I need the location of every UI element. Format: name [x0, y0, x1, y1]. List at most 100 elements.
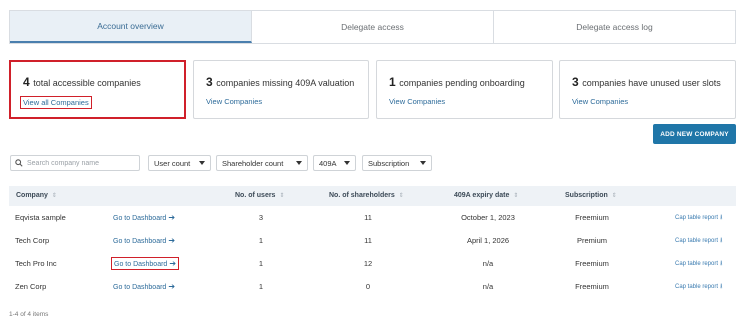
card-stat: 1 companies pending onboarding — [389, 75, 525, 89]
column-header-409a-expiry[interactable]: 409A expiry date ⇕ — [454, 192, 518, 199]
card-missing-409a: 3 companies missing 409A valuation View … — [193, 60, 369, 119]
sort-icon: ⇕ — [611, 193, 617, 199]
card-text: total accessible companies — [33, 78, 141, 88]
card-pending-onboarding: 1 companies pending onboarding View Comp… — [376, 60, 553, 119]
arrow-right-icon: ➔ — [168, 236, 176, 245]
subscription-value: Freemium — [575, 259, 609, 268]
expiry-date: April 1, 2026 — [466, 236, 510, 245]
report-label: Cap table report — [675, 215, 719, 221]
header-label: No. of users — [235, 192, 276, 199]
shareholder-count-dropdown[interactable]: Shareholder count — [216, 155, 308, 171]
go-to-dashboard-link[interactable]: Go to Dashboard ➔ — [111, 257, 180, 270]
subscription-value: Freemium — [575, 213, 609, 222]
view-companies-link[interactable]: View Companies — [572, 97, 628, 106]
tab-delegate-access[interactable]: Delegate access — [252, 11, 494, 43]
view-all-companies-link[interactable]: View all Companies — [20, 96, 92, 109]
card-text: companies have unused user slots — [582, 78, 721, 88]
company-name: Eqvista sample — [15, 213, 66, 222]
header-label: Company — [16, 192, 48, 199]
report-label: Cap table report — [675, 261, 719, 267]
card-stat: 3 companies missing 409A valuation — [206, 75, 354, 89]
card-text: companies pending onboarding — [399, 78, 525, 88]
column-header-company[interactable]: Company ⇕ — [16, 192, 57, 199]
link-label: Go to Dashboard — [114, 261, 168, 268]
link-label: Go to Dashboard — [113, 284, 167, 291]
table-row: Zen Corp Go to Dashboard ➔ 1 0 n/a Freemi… — [9, 275, 736, 297]
sort-icon: ⇕ — [51, 193, 57, 199]
go-to-dashboard-link[interactable]: Go to Dashboard ➔ — [113, 213, 175, 222]
chevron-down-icon — [296, 161, 302, 165]
tab-account-overview[interactable]: Account overview — [10, 11, 252, 43]
link-label: Go to Dashboard — [113, 238, 167, 245]
409a-dropdown[interactable]: 409A — [313, 155, 356, 171]
column-header-shareholders[interactable]: No. of shareholders ⇕ — [329, 192, 404, 199]
column-header-subscription[interactable]: Subscription ⇕ — [565, 192, 617, 199]
shareholders-count: 11 — [364, 213, 372, 222]
company-name: Zen Corp — [15, 282, 47, 291]
card-stat: 4 total accessible companies — [23, 75, 141, 89]
table-row: Eqvista sample Go to Dashboard ➔ 3 11 Oct… — [9, 206, 736, 228]
card-count: 4 — [23, 75, 30, 89]
report-label: Cap table report — [675, 238, 719, 244]
card-count: 3 — [572, 75, 579, 89]
users-count: 1 — [258, 282, 264, 291]
download-icon: ⭳ — [720, 260, 723, 267]
expiry-date: n/a — [482, 282, 494, 291]
table-row: Tech Pro Inc Go to Dashboard ➔ 1 12 n/a F… — [9, 252, 736, 274]
chevron-down-icon — [420, 161, 426, 165]
cap-table-report-link[interactable]: Cap table report ⭳ — [675, 213, 722, 224]
header-label: No. of shareholders — [329, 192, 395, 199]
company-name: Tech Corp — [15, 236, 50, 245]
card-stat: 3 companies have unused user slots — [572, 75, 721, 89]
card-total-companies: 4 total accessible companies View all Co… — [9, 60, 186, 119]
pagination-summary: 1-4 of 4 items — [9, 311, 49, 318]
dropdown-label: Shareholder count — [222, 158, 284, 168]
link-label: Go to Dashboard — [113, 215, 167, 222]
company-name: Tech Pro Inc — [15, 259, 57, 268]
shareholders-count: 12 — [363, 259, 373, 268]
subscription-value: Premium — [576, 236, 608, 245]
chevron-down-icon — [344, 161, 350, 165]
sort-icon: ⇕ — [279, 193, 285, 199]
cap-table-report-link[interactable]: Cap table report ⭳ — [675, 259, 722, 270]
expiry-date: October 1, 2023 — [461, 213, 515, 222]
dropdown-label: User count — [154, 158, 191, 168]
cap-table-report-link[interactable]: Cap table report ⭳ — [675, 282, 722, 293]
header-label: 409A expiry date — [454, 192, 510, 199]
subscription-value: Freemium — [575, 282, 609, 291]
card-text: companies missing 409A valuation — [216, 78, 355, 88]
go-to-dashboard-link[interactable]: Go to Dashboard ➔ — [113, 236, 175, 245]
go-to-dashboard-link[interactable]: Go to Dashboard ➔ — [113, 282, 175, 291]
card-count: 1 — [389, 75, 396, 89]
add-new-company-button[interactable]: ADD NEW COMPANY — [653, 124, 736, 144]
chevron-down-icon — [199, 161, 205, 165]
download-icon: ⭳ — [720, 214, 723, 221]
user-count-dropdown[interactable]: User count — [148, 155, 211, 171]
table-header: Company ⇕ No. of users ⇕ No. of shareholde… — [9, 186, 736, 206]
dropdown-label: 409A — [319, 158, 337, 168]
sort-icon: ⇕ — [398, 193, 404, 199]
table-row: Tech Corp Go to Dashboard ➔ 1 11 April 1,… — [9, 229, 736, 251]
users-count: 1 — [258, 236, 264, 245]
shareholders-count: 0 — [365, 282, 371, 291]
search-icon — [15, 159, 23, 167]
view-companies-link[interactable]: View Companies — [389, 97, 445, 106]
card-count: 3 — [206, 75, 213, 89]
dropdown-label: Subscription — [368, 158, 410, 168]
tab-bar: Account overview Delegate access Delegat… — [9, 10, 736, 44]
subscription-dropdown[interactable]: Subscription — [362, 155, 432, 171]
cap-table-report-link[interactable]: Cap table report ⭳ — [675, 236, 722, 247]
shareholders-count: 11 — [364, 236, 372, 245]
sort-icon: ⇕ — [513, 193, 519, 199]
arrow-right-icon: ➔ — [169, 259, 177, 268]
column-header-users[interactable]: No. of users ⇕ — [235, 192, 284, 199]
tab-delegate-access-log[interactable]: Delegate access log — [494, 11, 735, 43]
search-box — [10, 155, 140, 171]
users-count: 3 — [258, 213, 264, 222]
search-input[interactable] — [27, 159, 137, 167]
download-icon: ⭳ — [720, 237, 723, 244]
arrow-right-icon: ➔ — [168, 213, 176, 222]
card-unused-slots: 3 companies have unused user slots View … — [559, 60, 736, 119]
view-companies-link[interactable]: View Companies — [206, 97, 262, 106]
arrow-right-icon: ➔ — [168, 282, 176, 291]
